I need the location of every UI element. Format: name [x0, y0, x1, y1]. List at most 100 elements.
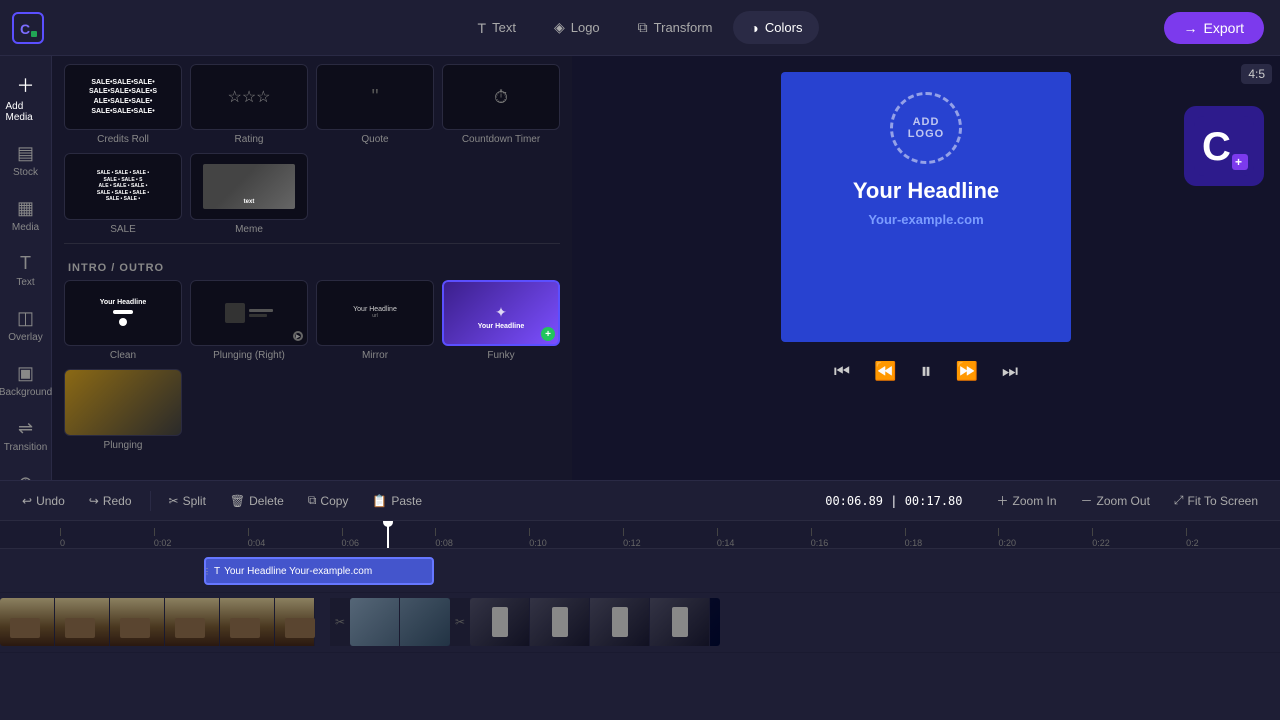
ruler-label: 0:12: [623, 538, 641, 548]
ruler-mark: 0: [60, 528, 154, 548]
split-button[interactable]: ✂ Split: [159, 490, 216, 512]
zoom-in-icon: ＋: [997, 492, 1009, 509]
ruler-mark: 0:18: [905, 528, 999, 548]
sale-text: SALE • SALE • SALE •SALE • SALE • SALE •…: [97, 170, 149, 203]
house-frame-6: [275, 598, 315, 646]
time-ruler: 00:02 0:04 0:06 0:08 0:100:12 0:140:16 0:18 0:2…: [0, 521, 1280, 549]
template-credits-roll[interactable]: SALE•SALE•SALE•SALE•SALE•SALE•SALE•SALE•…: [64, 64, 182, 145]
template-sale[interactable]: SALE • SALE • SALE •SALE • SALE • SALE •…: [64, 153, 182, 234]
template-mirror[interactable]: Your Headline url Mirror: [316, 280, 434, 361]
svg-text:+: +: [1235, 155, 1242, 169]
template-plunging2[interactable]: Plunging: [64, 369, 182, 450]
ruler-label: 0:02: [154, 538, 172, 548]
delete-button[interactable]: 🗑 Delete: [220, 490, 294, 512]
undo-button[interactable]: ↩ Undo: [12, 490, 75, 512]
template-meme[interactable]: text Meme: [190, 153, 308, 234]
sidebar-item-transition[interactable]: ⇌ Transition: [2, 410, 50, 461]
template-countdown[interactable]: ⏱ Countdown Timer: [442, 64, 560, 145]
intro-outro-grid: Your Headline Clean ▶: [64, 280, 560, 361]
indoor-frame-1: [350, 598, 400, 646]
skip-to-start-button[interactable]: ⏮: [830, 357, 854, 386]
ruler-tick: [1092, 528, 1093, 536]
background-icon: ▣: [17, 363, 34, 384]
sidebar-item-logo[interactable]: ⊕ Logo: [2, 465, 50, 480]
paste-button[interactable]: 📋 Paste: [362, 490, 432, 512]
overlay-track: ⋮ T Your Headline Your-example.com: [0, 549, 1280, 592]
transform-icon: ⧉: [638, 19, 648, 36]
playhead[interactable]: [387, 521, 389, 548]
copy-button[interactable]: ⧉ Copy: [298, 489, 359, 512]
ruler-tick: [1186, 528, 1187, 536]
zoom-out-button[interactable]: － Zoom Out: [1071, 488, 1160, 513]
main-layout: ＋ Add Media ▤ Stock ▦ Media T Text ◫ Ove…: [0, 56, 1280, 480]
quote-label: Quote: [316, 134, 434, 145]
transition-icon: ⇌: [18, 418, 33, 439]
fast-forward-button[interactable]: ⏩: [952, 357, 982, 386]
pres-person-3: [612, 607, 628, 637]
zoom-out-icon: －: [1081, 492, 1093, 509]
overlay-icon: ◫: [17, 308, 34, 329]
app-logo[interactable]: C: [12, 12, 44, 44]
mirror-label: Mirror: [316, 350, 434, 361]
sidebar-item-background[interactable]: ▣ Background: [2, 355, 50, 406]
house-frame-4: [165, 598, 220, 646]
indoor-frames: [350, 598, 450, 646]
ruler-mark: 0:22: [1092, 528, 1186, 548]
fit-to-screen-button[interactable]: ⤢ Fit To Screen: [1164, 489, 1268, 512]
template-clean[interactable]: Your Headline Clean: [64, 280, 182, 361]
credits-roll-thumb: SALE•SALE•SALE•SALE•SALE•SALE•SALE•SALE•…: [64, 64, 182, 130]
panel-divider: [64, 243, 560, 244]
colors-icon: ◑: [750, 20, 758, 36]
ruler-mark: 0:02: [154, 528, 248, 548]
pause-button[interactable]: ⏸: [916, 354, 935, 388]
ruler-label: 0:04: [248, 538, 266, 548]
aspect-ratio-badge: 4:5: [1241, 64, 1272, 84]
template-panel: SALE•SALE•SALE•SALE•SALE•SALE•SALE•SALE•…: [52, 56, 572, 480]
redo-button[interactable]: ↪ Redo: [79, 490, 142, 512]
template-quote[interactable]: " Quote: [316, 64, 434, 145]
ruler-label: 0:08: [435, 538, 453, 548]
tool-logo[interactable]: ◈ Logo: [537, 11, 617, 44]
skip-to-end-button[interactable]: ⏭: [998, 357, 1022, 386]
video-clip-1[interactable]: [0, 598, 330, 646]
template-plunging-right[interactable]: ▶ Plunging (Right): [190, 280, 308, 361]
text-clip[interactable]: ⋮ T Your Headline Your-example.com: [204, 557, 434, 585]
sidebar-item-media[interactable]: ▦ Media: [2, 190, 50, 241]
video-clip-3[interactable]: [470, 598, 720, 646]
tool-text[interactable]: T Text: [461, 11, 533, 44]
timeline-toolbar: ↩ Undo ↪ Redo ✂ Split 🗑 Delete ⧉ Copy 📋 …: [0, 481, 1280, 521]
sidebar-item-add-media[interactable]: ＋ Add Media: [2, 64, 50, 131]
sale-label: SALE: [64, 224, 182, 235]
quote-thumb: ": [316, 64, 434, 130]
redo-icon: ↪: [89, 494, 99, 508]
template-funky[interactable]: ✦ Your Headline + Funky: [442, 280, 560, 361]
ruler-mark: 0:14: [717, 528, 811, 548]
sidebar-item-stock[interactable]: ▤ Stock: [2, 135, 50, 186]
template-rating[interactable]: ☆☆☆ Rating: [190, 64, 308, 145]
tool-transform[interactable]: ⧉ Transform: [621, 11, 730, 44]
stock-icon: ▤: [17, 143, 34, 164]
sidebar-item-text[interactable]: T Text: [2, 245, 50, 296]
undo-icon: ↩: [22, 494, 32, 508]
zoom-in-button[interactable]: ＋ Zoom In: [987, 488, 1067, 513]
export-button[interactable]: → Export: [1164, 12, 1264, 44]
resize-handle-left[interactable]: ⋮: [204, 559, 210, 583]
ruler-tick: [623, 528, 624, 536]
clean-label: Clean: [64, 350, 182, 361]
add-logo-circle[interactable]: ADD LOGO: [890, 92, 962, 164]
tool-colors[interactable]: ◑ Colors: [733, 11, 819, 44]
ruler-tick: [248, 528, 249, 536]
ruler-label: 0:16: [811, 538, 829, 548]
ruler-mark: 0:10: [529, 528, 623, 548]
export-arrow-icon: →: [1184, 20, 1198, 36]
indoor-frame-2: [400, 598, 450, 646]
video-clip-2[interactable]: [350, 598, 450, 646]
clip-gap-1: ✂: [330, 598, 350, 646]
sidebar-item-overlay[interactable]: ◫ Overlay: [2, 300, 50, 351]
scissors-icon-2: ✂: [455, 615, 465, 629]
rewind-button[interactable]: ⏪: [870, 357, 900, 386]
ruler-label: 0:06: [342, 538, 360, 548]
text-clip-label: Your Headline Your-example.com: [224, 566, 372, 577]
logo-sidebar-icon: ⊕: [18, 473, 33, 480]
pres-frame-1: [470, 598, 530, 646]
